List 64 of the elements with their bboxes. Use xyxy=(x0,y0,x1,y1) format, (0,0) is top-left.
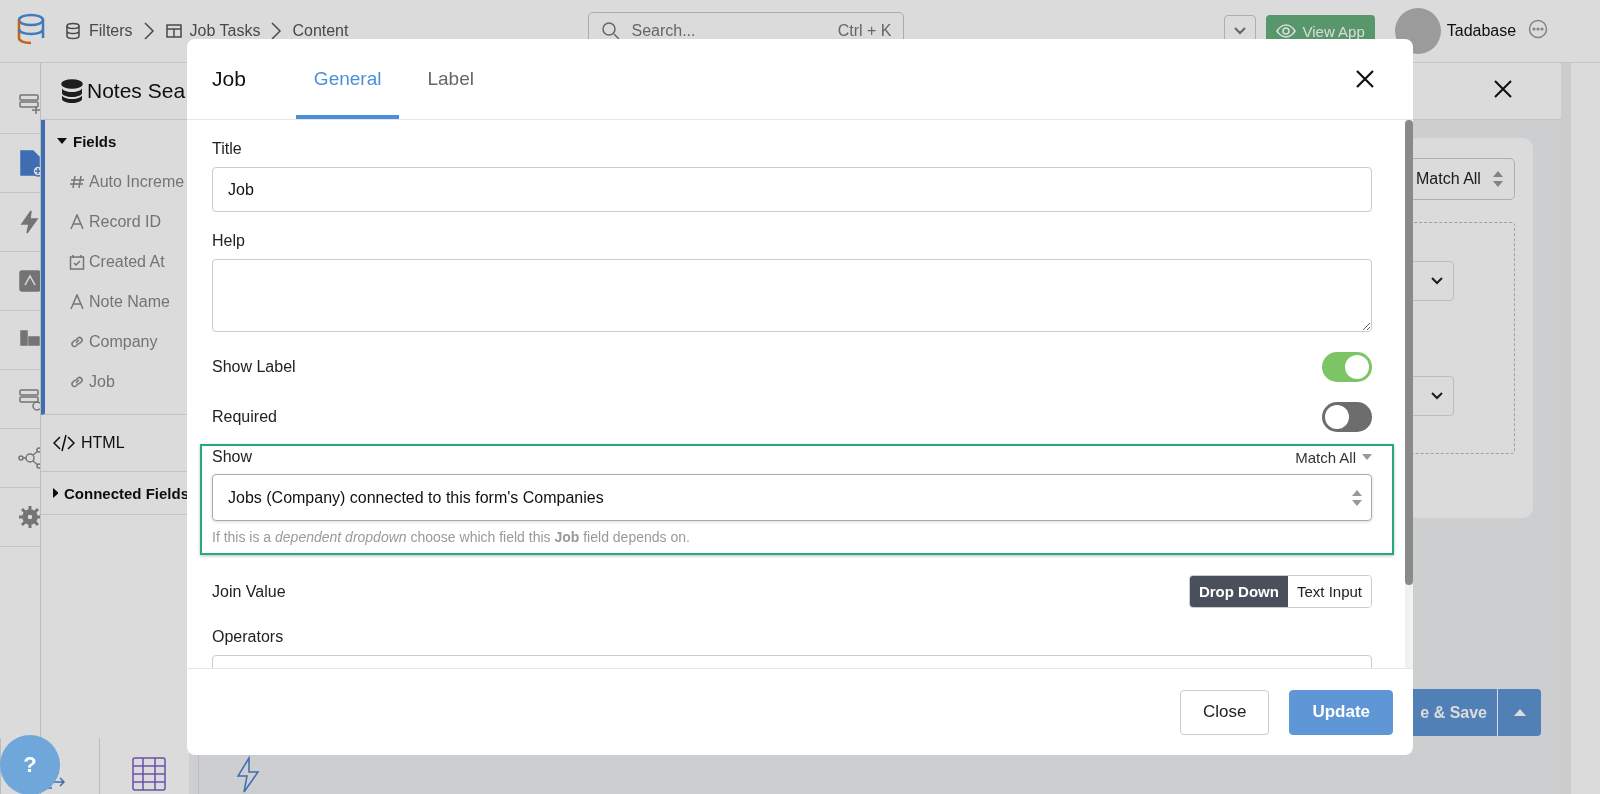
user-name: Tadabase xyxy=(1446,22,1517,40)
field-label: Help xyxy=(212,232,246,250)
field-item[interactable]: Auto Increme xyxy=(45,162,189,202)
field-label: Required xyxy=(212,408,277,426)
help-textarea[interactable] xyxy=(212,259,1372,332)
tab[interactable]: Label xyxy=(409,39,492,119)
close-button[interactable] xyxy=(1355,69,1375,89)
sort-arrows-icon xyxy=(1492,170,1504,188)
calendar-icon xyxy=(69,254,85,270)
database-icon xyxy=(64,22,82,40)
segment-option[interactable]: Drop Down xyxy=(1189,576,1288,607)
dropdown-caret-button[interactable] xyxy=(1497,689,1541,736)
section-header[interactable]: HTML xyxy=(41,415,189,471)
link-icon xyxy=(69,334,85,350)
more-icon xyxy=(1528,19,1549,39)
caret-down-icon xyxy=(1362,454,1372,460)
field-label: Operators xyxy=(212,628,285,646)
search-icon xyxy=(601,21,622,41)
letter-icon xyxy=(69,294,85,310)
breadcrumb-link[interactable]: Content xyxy=(292,22,349,40)
grid-icon xyxy=(131,754,167,794)
close-icon xyxy=(1493,79,1513,99)
field-item[interactable]: Note Name xyxy=(45,282,189,322)
code-icon xyxy=(53,434,75,452)
dependency-select[interactable]: Jobs (Company) connected to this form's Companies xyxy=(212,474,1372,521)
match-dropdown[interactable]: Match All xyxy=(1295,448,1372,466)
close-dialog-button[interactable]: Close xyxy=(1179,689,1270,735)
tab[interactable]: General xyxy=(295,39,400,119)
field-item[interactable]: Record ID xyxy=(45,202,189,242)
scrollbar[interactable] xyxy=(1561,63,1571,794)
field-label: Title xyxy=(212,140,243,158)
drawer-title: Notes Sea xyxy=(87,79,186,103)
sort-arrows-icon xyxy=(1351,488,1363,507)
section-header[interactable]: Fields xyxy=(45,120,189,162)
letter-icon xyxy=(69,214,85,230)
chevron-down-icon xyxy=(1234,27,1247,35)
database-list-icon xyxy=(17,91,43,117)
table-icon xyxy=(164,22,183,40)
help-text: If this is a dependent dropdown choose which field this Job field depends on. xyxy=(212,529,691,545)
field-label: Join Value xyxy=(212,582,286,601)
toggle-switch[interactable] xyxy=(1322,352,1372,382)
chevron-right-icon xyxy=(142,21,155,41)
field-item[interactable]: Company xyxy=(45,322,189,362)
caret-right-icon xyxy=(53,488,58,498)
scrollbar[interactable] xyxy=(1405,120,1413,668)
caret-up-icon xyxy=(1513,709,1526,716)
chevron-right-icon xyxy=(270,21,283,41)
field-item[interactable]: Created At xyxy=(45,242,189,282)
hash-icon xyxy=(69,174,85,190)
toggle-switch[interactable] xyxy=(1322,402,1372,432)
chevron-down-icon xyxy=(1431,276,1443,285)
section-header[interactable]: Connected Fields xyxy=(41,472,189,514)
link-icon xyxy=(69,374,85,390)
field-label: Show xyxy=(212,448,253,466)
breadcrumb-link[interactable]: Filters xyxy=(64,22,133,40)
caret-down-icon xyxy=(57,138,67,144)
field-label: Show Label xyxy=(212,358,296,376)
shortcut-hint: Ctrl + K xyxy=(837,22,892,40)
chevron-down-icon xyxy=(1431,391,1443,400)
breadcrumb-link[interactable]: Job Tasks xyxy=(164,22,261,40)
database-icon xyxy=(61,79,83,103)
modal-title: Job xyxy=(212,67,246,91)
title-input[interactable]: Job xyxy=(212,167,1372,212)
field-item[interactable]: Job xyxy=(45,362,189,402)
